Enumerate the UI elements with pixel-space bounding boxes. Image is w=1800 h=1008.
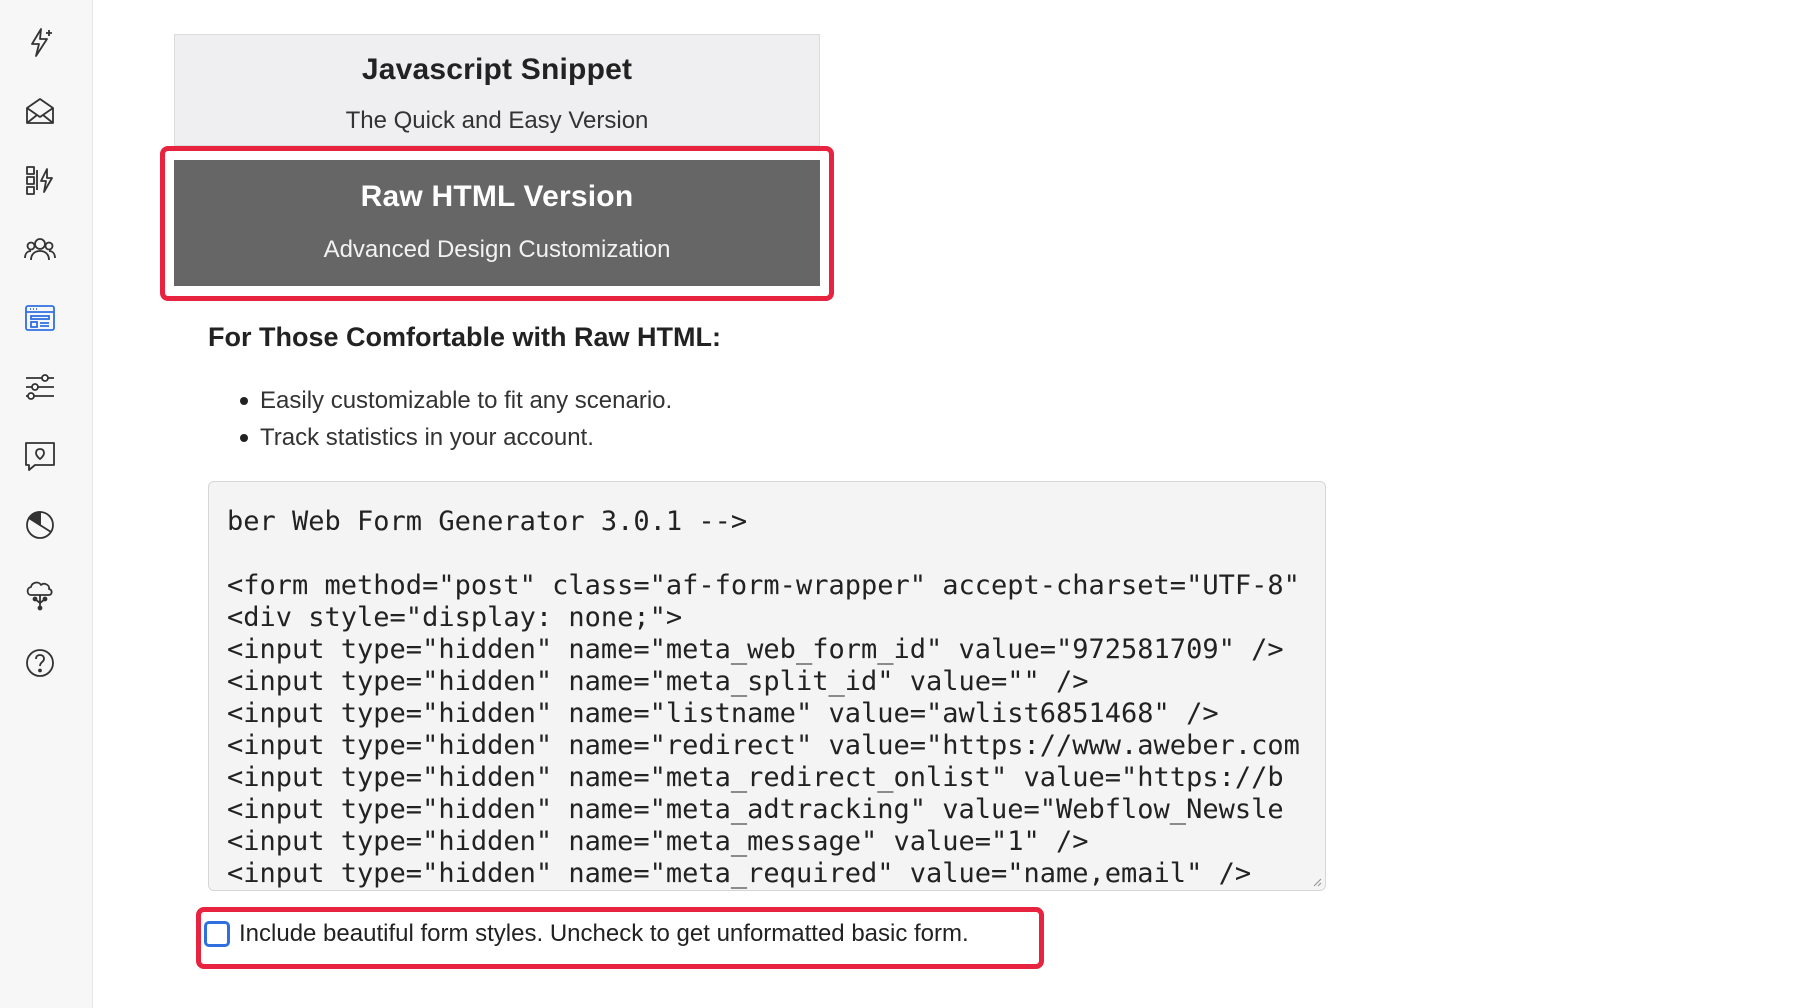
main-content: Javascript Snippet The Quick and Easy Ve…	[92, 0, 1800, 1008]
tab-raw-html[interactable]: Raw HTML Version Advanced Design Customi…	[174, 160, 820, 286]
tab-raw-title: Raw HTML Version	[360, 180, 634, 213]
form-styles-label: Include beautiful form styles. Uncheck t…	[239, 920, 969, 947]
tab-javascript-subtitle: The Quick and Easy Version	[345, 107, 649, 134]
html-code-textarea[interactable]: ber Web Form Generator 3.0.1 --> <form m…	[208, 481, 1326, 891]
signup-form-icon[interactable]	[22, 300, 58, 336]
landing-page-icon[interactable]	[22, 438, 58, 474]
feature-list: Easily customizable to fit any scenario.…	[238, 382, 672, 456]
resize-grip-icon[interactable]	[1312, 877, 1322, 887]
html-code-text: ber Web Form Generator 3.0.1 --> <form m…	[227, 506, 1300, 889]
feature-item: Easily customizable to fit any scenario.	[238, 382, 672, 419]
help-icon[interactable]	[22, 645, 58, 681]
form-styles-option[interactable]: Include beautiful form styles. Uncheck t…	[204, 920, 969, 948]
subscribers-icon[interactable]	[22, 231, 58, 267]
section-heading: For Those Comfortable with Raw HTML:	[208, 322, 721, 352]
form-styles-checkbox[interactable]	[204, 921, 230, 947]
lightning-sparkle-icon[interactable]	[22, 24, 58, 60]
tab-javascript-title: Javascript Snippet	[361, 53, 633, 86]
sliders-icon[interactable]	[22, 369, 58, 405]
envelope-icon[interactable]	[22, 93, 58, 129]
feature-item: Track statistics in your account.	[238, 419, 672, 456]
tab-raw-subtitle: Advanced Design Customization	[323, 236, 671, 263]
reports-pie-icon[interactable]	[22, 507, 58, 543]
sidebar	[0, 0, 93, 1008]
tab-javascript-snippet[interactable]: Javascript Snippet The Quick and Easy Ve…	[174, 34, 820, 146]
automation-icon[interactable]	[22, 162, 58, 198]
integrations-cloud-icon[interactable]	[22, 576, 58, 612]
